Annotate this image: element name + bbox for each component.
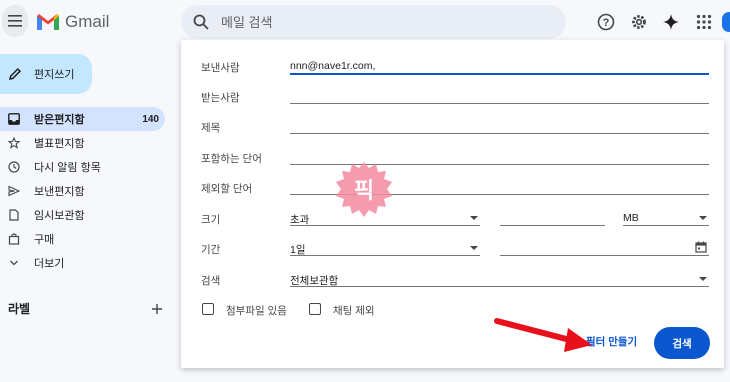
red-arrow-annotation <box>494 318 592 352</box>
watermark-text: 픽 <box>354 179 374 204</box>
app-name: Gmail <box>65 12 110 31</box>
sidebar-item-label: 별표편지함 <box>34 138 85 150</box>
exclude-chats-checkbox[interactable] <box>309 303 321 315</box>
from-field[interactable] <box>290 73 709 75</box>
sidebar-item-label: 구매 <box>34 234 55 246</box>
labels-section-header: 라벨 <box>8 300 163 317</box>
dropdown-caret-icon <box>699 216 707 220</box>
sidebar-item-purchases[interactable]: 구매 <box>0 227 165 251</box>
size-unit-value: MB <box>623 212 639 224</box>
pencil-icon <box>9 67 22 80</box>
hamburger-icon <box>8 15 22 27</box>
has-attachment-checkbox[interactable] <box>202 303 214 315</box>
has-words-label: 포함하는 단어 <box>201 153 262 165</box>
apps-grid-icon[interactable] <box>694 12 714 32</box>
date-within-underline <box>290 255 480 256</box>
search-submit-button[interactable]: 검색 <box>654 327 710 359</box>
search-submit-label: 검색 <box>672 337 692 350</box>
search-in-label: 검색 <box>201 275 221 287</box>
unread-count: 140 <box>142 113 159 125</box>
sidebar-item-snoozed[interactable]: 다시 알림 항목 <box>0 155 165 179</box>
date-field[interactable] <box>500 255 709 256</box>
has-attachment-label: 첨부파일 있음 <box>226 305 287 317</box>
gmail-logo[interactable]: Gmail <box>36 12 109 32</box>
compose-label: 편지쓰기 <box>34 69 75 81</box>
main-menu-button[interactable] <box>2 5 28 37</box>
star-icon <box>8 137 20 149</box>
compose-button[interactable]: 편지쓰기 <box>0 54 92 94</box>
sidebar-item-label: 임시보관함 <box>34 210 85 222</box>
labels-heading: 라벨 <box>8 302 31 316</box>
size-unit-underline <box>623 225 709 226</box>
advanced-search-panel: 보낸사람 nnn@nave1r.com, 받는사람 제목 포함하는 단어 제외할… <box>181 40 724 368</box>
size-value-field[interactable] <box>500 225 605 226</box>
from-label: 보낸사람 <box>201 62 240 74</box>
exclude-chats-label: 채팅 제외 <box>333 305 375 317</box>
sidebar-item-sent[interactable]: 보낸편지함 <box>0 179 165 203</box>
settings-gear-icon[interactable] <box>629 12 649 32</box>
sidebar-item-inbox[interactable]: 받은편지함 140 <box>0 107 165 131</box>
calendar-icon[interactable] <box>695 241 707 253</box>
svg-text:?: ? <box>603 17 610 29</box>
dropdown-caret-icon <box>470 246 478 250</box>
to-label: 받는사람 <box>201 92 240 104</box>
sidebar-item-label: 받은편지함 <box>34 114 85 126</box>
subject-label: 제목 <box>201 122 221 134</box>
sidebar-item-label: 다시 알림 항목 <box>34 162 101 174</box>
inbox-icon <box>8 113 20 125</box>
dropdown-caret-icon <box>699 277 707 281</box>
add-label-plus-icon[interactable] <box>151 303 163 315</box>
to-field[interactable] <box>290 103 709 104</box>
exclude-words-label: 제외할 단어 <box>201 183 253 195</box>
chevron-down-icon <box>8 257 20 269</box>
sidebar-item-starred[interactable]: 별표편지함 <box>0 131 165 155</box>
sidebar-item-label: 더보기 <box>34 258 65 270</box>
search-bar[interactable] <box>181 5 566 39</box>
gmail-m-icon <box>37 14 59 30</box>
dropdown-caret-icon <box>470 216 478 220</box>
date-within-label: 기간 <box>201 244 221 256</box>
size-operator-underline <box>290 225 480 226</box>
search-in-underline <box>290 286 709 287</box>
size-label: 크기 <box>201 214 221 226</box>
draft-icon <box>8 209 20 221</box>
account-avatar[interactable] <box>722 12 730 32</box>
help-icon[interactable]: ? <box>596 12 616 32</box>
search-input[interactable] <box>221 14 541 30</box>
send-icon <box>8 185 20 197</box>
sidebar-item-drafts[interactable]: 임시보관함 <box>0 203 165 227</box>
sidebar-nav: 받은편지함 140 별표편지함 다시 알림 항목 보낸편지함 임시보관함 구매 … <box>0 107 165 275</box>
search-icon[interactable] <box>193 14 209 30</box>
sidebar-item-more[interactable]: 더보기 <box>0 251 165 275</box>
shopping-bag-icon <box>8 233 20 245</box>
watermark-stamp: 픽 <box>336 162 392 217</box>
from-value: nnn@nave1r.com, <box>290 60 376 72</box>
clock-icon <box>8 161 20 173</box>
subject-field[interactable] <box>290 133 709 134</box>
sidebar-item-label: 보낸편지함 <box>34 186 85 198</box>
gemini-sparkle-icon[interactable] <box>661 12 681 32</box>
